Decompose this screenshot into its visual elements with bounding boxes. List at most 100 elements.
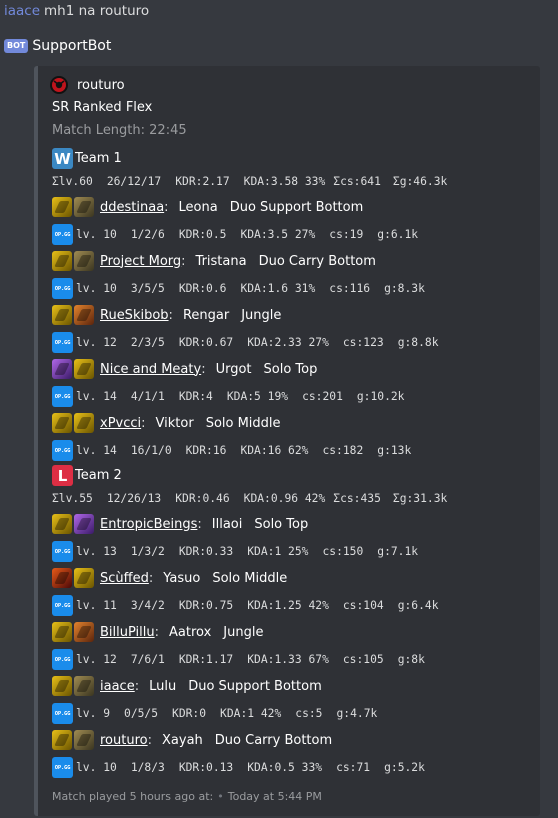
player-name-link[interactable]: ddestinaa [100,200,164,215]
player-stat: KDR:4 [178,390,213,403]
player-stat: cs:105 [342,653,384,666]
player-stats: OP.GG lv. 11 3/4/2 KDR:0.75 KDA:1.25 42% cs:1… [52,595,439,616]
champion-icon [74,359,94,379]
name-colon: : [168,307,173,323]
player-name-link[interactable]: EntropicBeings [100,517,197,532]
champion-icon [74,514,94,534]
champion-icon [74,305,94,325]
player-stat: lv. 9 [76,707,111,720]
player-stats: OP.GG lv. 10 3/5/5 KDR:0.6 KDA:1.6 31% cs:116… [52,278,425,299]
opgg-icon[interactable]: OP.GG [52,386,73,407]
player-stat: 1/3/2 [130,545,165,558]
team-summary-stat: Σcs:435 [333,492,381,505]
player-stats: OP.GG lv. 10 1/8/3 KDR:0.13 KDA:0.5 33% cs:71… [52,757,425,778]
name-colon: : [154,624,160,640]
player-stat: KDR:0.5 [178,228,227,241]
opgg-icon[interactable]: OP.GG [52,649,73,670]
player-row: RueSkibob: Rengar Jungle [52,305,293,325]
champion-icon [74,622,94,642]
player-stat: lv. 14 [76,390,117,403]
team-header-2: L Team 2 [52,465,122,486]
player-stat: KDA:1.25 42% [247,599,329,612]
summoner-spell-icon [52,676,72,696]
previous-message: iaace mh1 na routuro [4,3,149,19]
player-name-link[interactable]: xPvcci [100,416,141,431]
team-header-1: W Team 1 [52,148,122,169]
player-stats: OP.GG lv. 10 1/2/6 KDR:0.5 KDA:3.5 27% cs:19 g… [52,224,418,245]
player-row: EntropicBeings: Illaoi Solo Top [52,514,320,534]
champion-name: Rengar [182,307,230,323]
team-summary-stat: Σg:31.3k [392,492,448,505]
player-stats: OP.GG lv. 14 16/1/0 KDR:16 KDA:16 62% cs:182 g… [52,440,411,461]
player-stat: cs:5 [295,707,323,720]
player-stat: cs:182 [322,444,364,457]
bot-header: BOT SupportBot [4,38,111,54]
match-length: Match Length: 22:45 [52,123,187,138]
opgg-icon[interactable]: OP.GG [52,332,73,353]
champion-name: Lulu [149,678,177,694]
summoner-spell-icon [52,197,72,217]
player-name-link[interactable]: Nice and Meaty [100,362,201,377]
player-stat: lv. 10 [76,282,117,295]
player-role: Solo Middle [205,415,281,431]
player-stat: g:8.3k [384,282,425,295]
opgg-icon[interactable]: OP.GG [52,278,73,299]
player-row: ddestinaa: Leona Duo Support Bottom [52,197,375,217]
opgg-icon[interactable]: OP.GG [52,595,73,616]
champion-name: Viktor [155,415,194,431]
team-summary-stat: Σcs:641 [333,175,381,188]
opgg-icon[interactable]: OP.GG [52,757,73,778]
name-colon: : [201,361,206,377]
player-stat: g:7.1k [377,545,419,558]
name-colon: : [141,415,146,431]
footer-text: Match played 5 hours ago at: [52,790,214,803]
name-colon: : [181,253,186,269]
win-letter-icon: W [52,148,73,169]
player-stat: g:4.7k [336,707,378,720]
player-stat: cs:71 [336,761,371,774]
author-name[interactable]: routuro [77,78,125,93]
player-row: Nice and Meaty: Urgot Solo Top [52,359,329,379]
name-colon: : [134,678,140,694]
player-row: Scùffed: Yasuo Solo Middle [52,568,299,588]
champion-name: Aatrox [169,624,212,640]
team-summary: Σlv.55 12/26/13 KDR:0.46 KDA:0.96 42% Σcs:43… [52,492,447,505]
embed-footer: Match played 5 hours ago at: • Today at … [52,790,322,803]
bot-badge: BOT [4,39,29,53]
team-summary-stat: Σg:46.3k [392,175,448,188]
summoner-spell-icon [52,359,72,379]
player-name-link[interactable]: Project Morg [100,254,181,269]
player-stat: KDA:0.5 33% [247,761,323,774]
match-embed: routuro SR Ranked Flex Match Length: 22:… [34,66,540,816]
opgg-icon[interactable]: OP.GG [52,224,73,245]
bot-name[interactable]: SupportBot [32,38,111,54]
opgg-icon[interactable]: OP.GG [52,703,73,724]
team-summary-stat: 12/26/13 [106,492,162,505]
opgg-icon[interactable]: OP.GG [52,541,73,562]
player-name-link[interactable]: RueSkibob [100,308,169,323]
player-name-link[interactable]: iaace [100,679,135,694]
player-name-link[interactable]: Scùffed [100,571,149,586]
message-author[interactable]: iaace [4,3,40,19]
player-stat: KDR:0.75 [178,599,234,612]
player-role: Duo Support Bottom [229,199,364,215]
opgg-icon[interactable]: OP.GG [52,440,73,461]
player-role: Solo Top [254,516,309,532]
footer-separator: • [217,790,224,803]
player-name-link[interactable]: routuro [100,733,148,748]
player-stat: lv. 12 [76,653,117,666]
summoner-spell-icon [52,251,72,271]
champion-icon [74,197,94,217]
player-stat: 16/1/0 [130,444,172,457]
player-role: Jungle [223,624,264,640]
player-stats: OP.GG lv. 9 0/5/5 KDR:0 KDA:1 42% cs:5 g:4.7k [52,703,377,724]
player-role: Duo Carry Bottom [214,732,333,748]
player-name-link[interactable]: BilluPillu [100,625,155,640]
team-name: Team 2 [75,468,122,483]
player-stat: g:8.8k [397,336,439,349]
player-role: Duo Carry Bottom [258,253,376,269]
champion-icon [74,251,94,271]
team-summary-stat: KDR:0.46 [175,492,230,505]
player-stat: g:13k [377,444,412,457]
message-text: mh1 na routuro [44,3,150,19]
